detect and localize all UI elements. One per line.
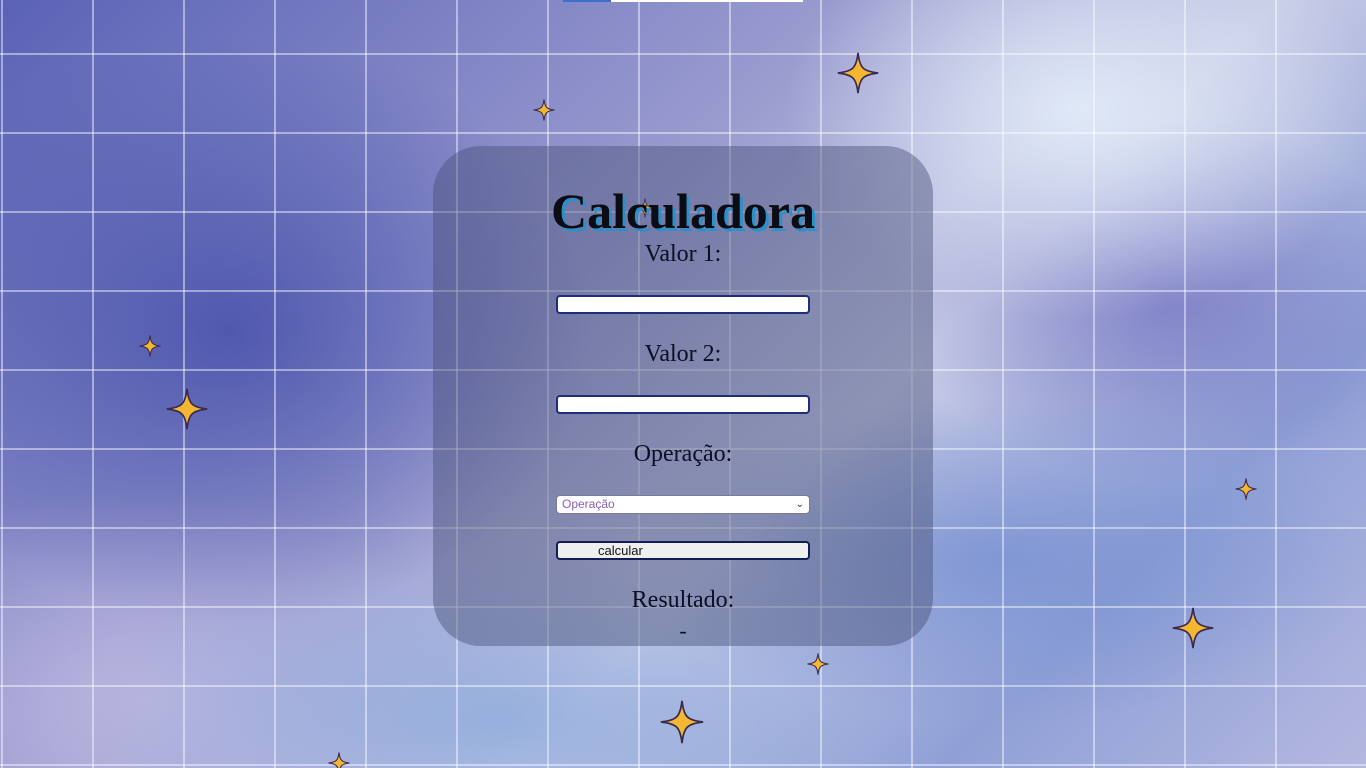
value1-input[interactable] [556,295,810,314]
result-label: Resultado: [631,587,735,613]
value2-input[interactable] [556,395,810,414]
sparkle-star-icon [1172,607,1214,649]
sparkle-star-icon [328,752,350,768]
sparkle-star-icon [1235,478,1257,500]
sparkle-star-icon [837,52,879,94]
operation-label: Operação: [633,441,733,467]
sparkle-star-icon [807,653,829,675]
calculate-button[interactable]: calcular [556,541,810,560]
top-strip-accent [563,0,611,2]
chevron-down-icon: ⌄ [795,499,804,510]
operation-select-value: Operação [562,497,615,511]
calculator-panel: Calculadora Valor 1: Valor 2: Operação: … [433,146,933,646]
sparkle-star-icon [660,700,704,744]
value2-label: Valor 2: [644,341,722,367]
value1-label: Valor 1: [644,241,722,267]
sparkle-star-icon [166,388,208,430]
sparkle-star-icon [139,335,161,357]
result-value: - [679,618,687,643]
page-title: Calculadora [551,183,815,239]
operation-select[interactable]: Operação ⌄ [556,495,810,514]
sparkle-star-icon [533,99,555,121]
